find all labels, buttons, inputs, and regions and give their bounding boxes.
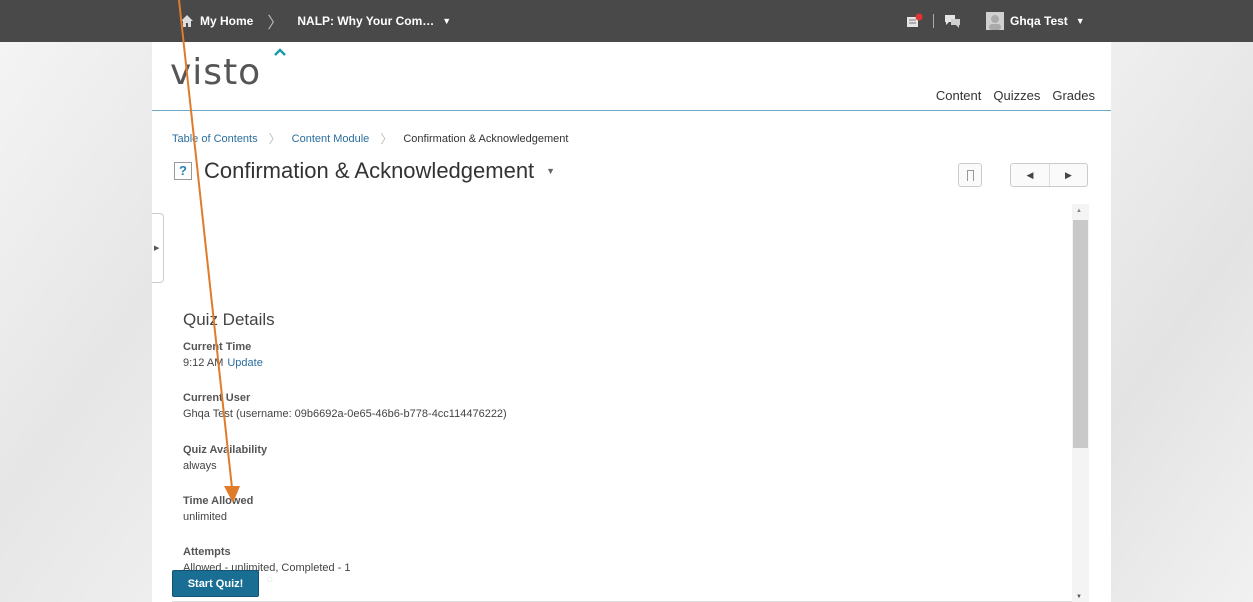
current-user-value: Ghqa Test (username: 09b6692a-0e65-46b6-… xyxy=(183,408,507,420)
start-quiz-button[interactable]: Start Quiz! xyxy=(172,570,259,597)
home-icon[interactable] xyxy=(180,14,194,28)
breadcrumb: Table of Contents 〉 Content Module 〉 Con… xyxy=(172,130,568,147)
chat-icon[interactable] xyxy=(944,13,962,29)
help-icon: ○ xyxy=(266,572,274,586)
divider xyxy=(933,14,934,28)
my-home-link[interactable]: My Home xyxy=(200,14,253,28)
current-user-label: Current User xyxy=(183,392,251,404)
nav-divider xyxy=(152,110,1111,111)
bookmark-button[interactable] xyxy=(958,163,982,187)
update-link[interactable]: Update xyxy=(227,357,262,369)
main-panel: visto Content Quizzes Grades Table of Co… xyxy=(152,42,1111,602)
user-menu[interactable]: Ghqa Test xyxy=(1010,14,1068,28)
time-allowed-label: Time Allowed xyxy=(183,495,254,507)
nav-grades[interactable]: Grades xyxy=(1052,88,1095,103)
breadcrumb-current: Confirmation & Acknowledgement xyxy=(403,132,569,145)
attempts-label: Attempts xyxy=(183,546,231,558)
time-allowed-value: unlimited xyxy=(183,511,228,523)
quiz-icon: ? xyxy=(174,162,192,180)
quiz-details-heading: Quiz Details xyxy=(183,310,275,329)
current-time-block: Current Time 9:12 AM Update xyxy=(183,341,263,369)
current-user-block: Current User Ghqa Test (username: 09b669… xyxy=(183,392,507,420)
logo-caret-icon xyxy=(274,48,286,56)
bookmark-icon xyxy=(966,169,974,181)
chevron-right-icon: 〉 xyxy=(268,132,281,146)
quiz-details-frame: Quiz Details Current Time 9:12 AM Update … xyxy=(172,204,1074,602)
chevron-right-icon: 〉 xyxy=(267,15,284,32)
current-time-value-row: 9:12 AM Update xyxy=(183,357,263,369)
topic-nav-buttons: ◀ ▶ xyxy=(1010,163,1088,187)
current-time-label: Current Time xyxy=(183,341,252,353)
background-left xyxy=(0,42,152,602)
collapse-toc-tab[interactable]: ▶ xyxy=(152,213,164,283)
chevron-down-icon[interactable]: ▼ xyxy=(546,166,555,176)
course-nav: Content Quizzes Grades xyxy=(936,88,1095,103)
top-navbar: My Home 〉 NALP: Why Your Com… ▼ Ghqa Tes… xyxy=(0,0,1253,42)
availability-label: Quiz Availability xyxy=(183,444,268,456)
availability-block: Quiz Availability always xyxy=(183,444,267,472)
scroll-up-icon[interactable]: ▲ xyxy=(1076,208,1082,214)
page-title-row: ? Confirmation & Acknowledgement ▼ xyxy=(174,158,555,184)
breadcrumb-content-module[interactable]: Content Module xyxy=(292,133,370,145)
nav-quizzes[interactable]: Quizzes xyxy=(993,88,1040,103)
page-title[interactable]: Confirmation & Acknowledgement xyxy=(204,158,534,184)
next-icon[interactable]: ▶ xyxy=(1048,164,1087,186)
current-time-value: 9:12 AM xyxy=(183,357,224,369)
alert-icon[interactable] xyxy=(905,13,923,29)
background-right xyxy=(1111,42,1253,602)
breadcrumb-table-of-contents[interactable]: Table of Contents xyxy=(172,133,258,145)
chevron-down-icon[interactable]: ▼ xyxy=(442,16,451,26)
time-allowed-block: Time Allowed unlimited xyxy=(183,495,253,523)
course-selector[interactable]: NALP: Why Your Com… xyxy=(297,14,434,28)
nav-content[interactable]: Content xyxy=(936,88,982,103)
scrollbar-thumb[interactable] xyxy=(1073,220,1088,448)
avatar[interactable] xyxy=(986,12,1004,30)
availability-value: always xyxy=(183,460,217,472)
chevron-right-icon: 〉 xyxy=(380,132,393,146)
chevron-right-icon: ▶ xyxy=(154,245,160,252)
prev-icon[interactable]: ◀ xyxy=(1011,164,1049,186)
chevron-down-icon[interactable]: ▼ xyxy=(1076,16,1085,26)
scroll-down-icon[interactable]: ▼ xyxy=(1076,594,1082,600)
visto-logo: visto xyxy=(170,52,262,93)
